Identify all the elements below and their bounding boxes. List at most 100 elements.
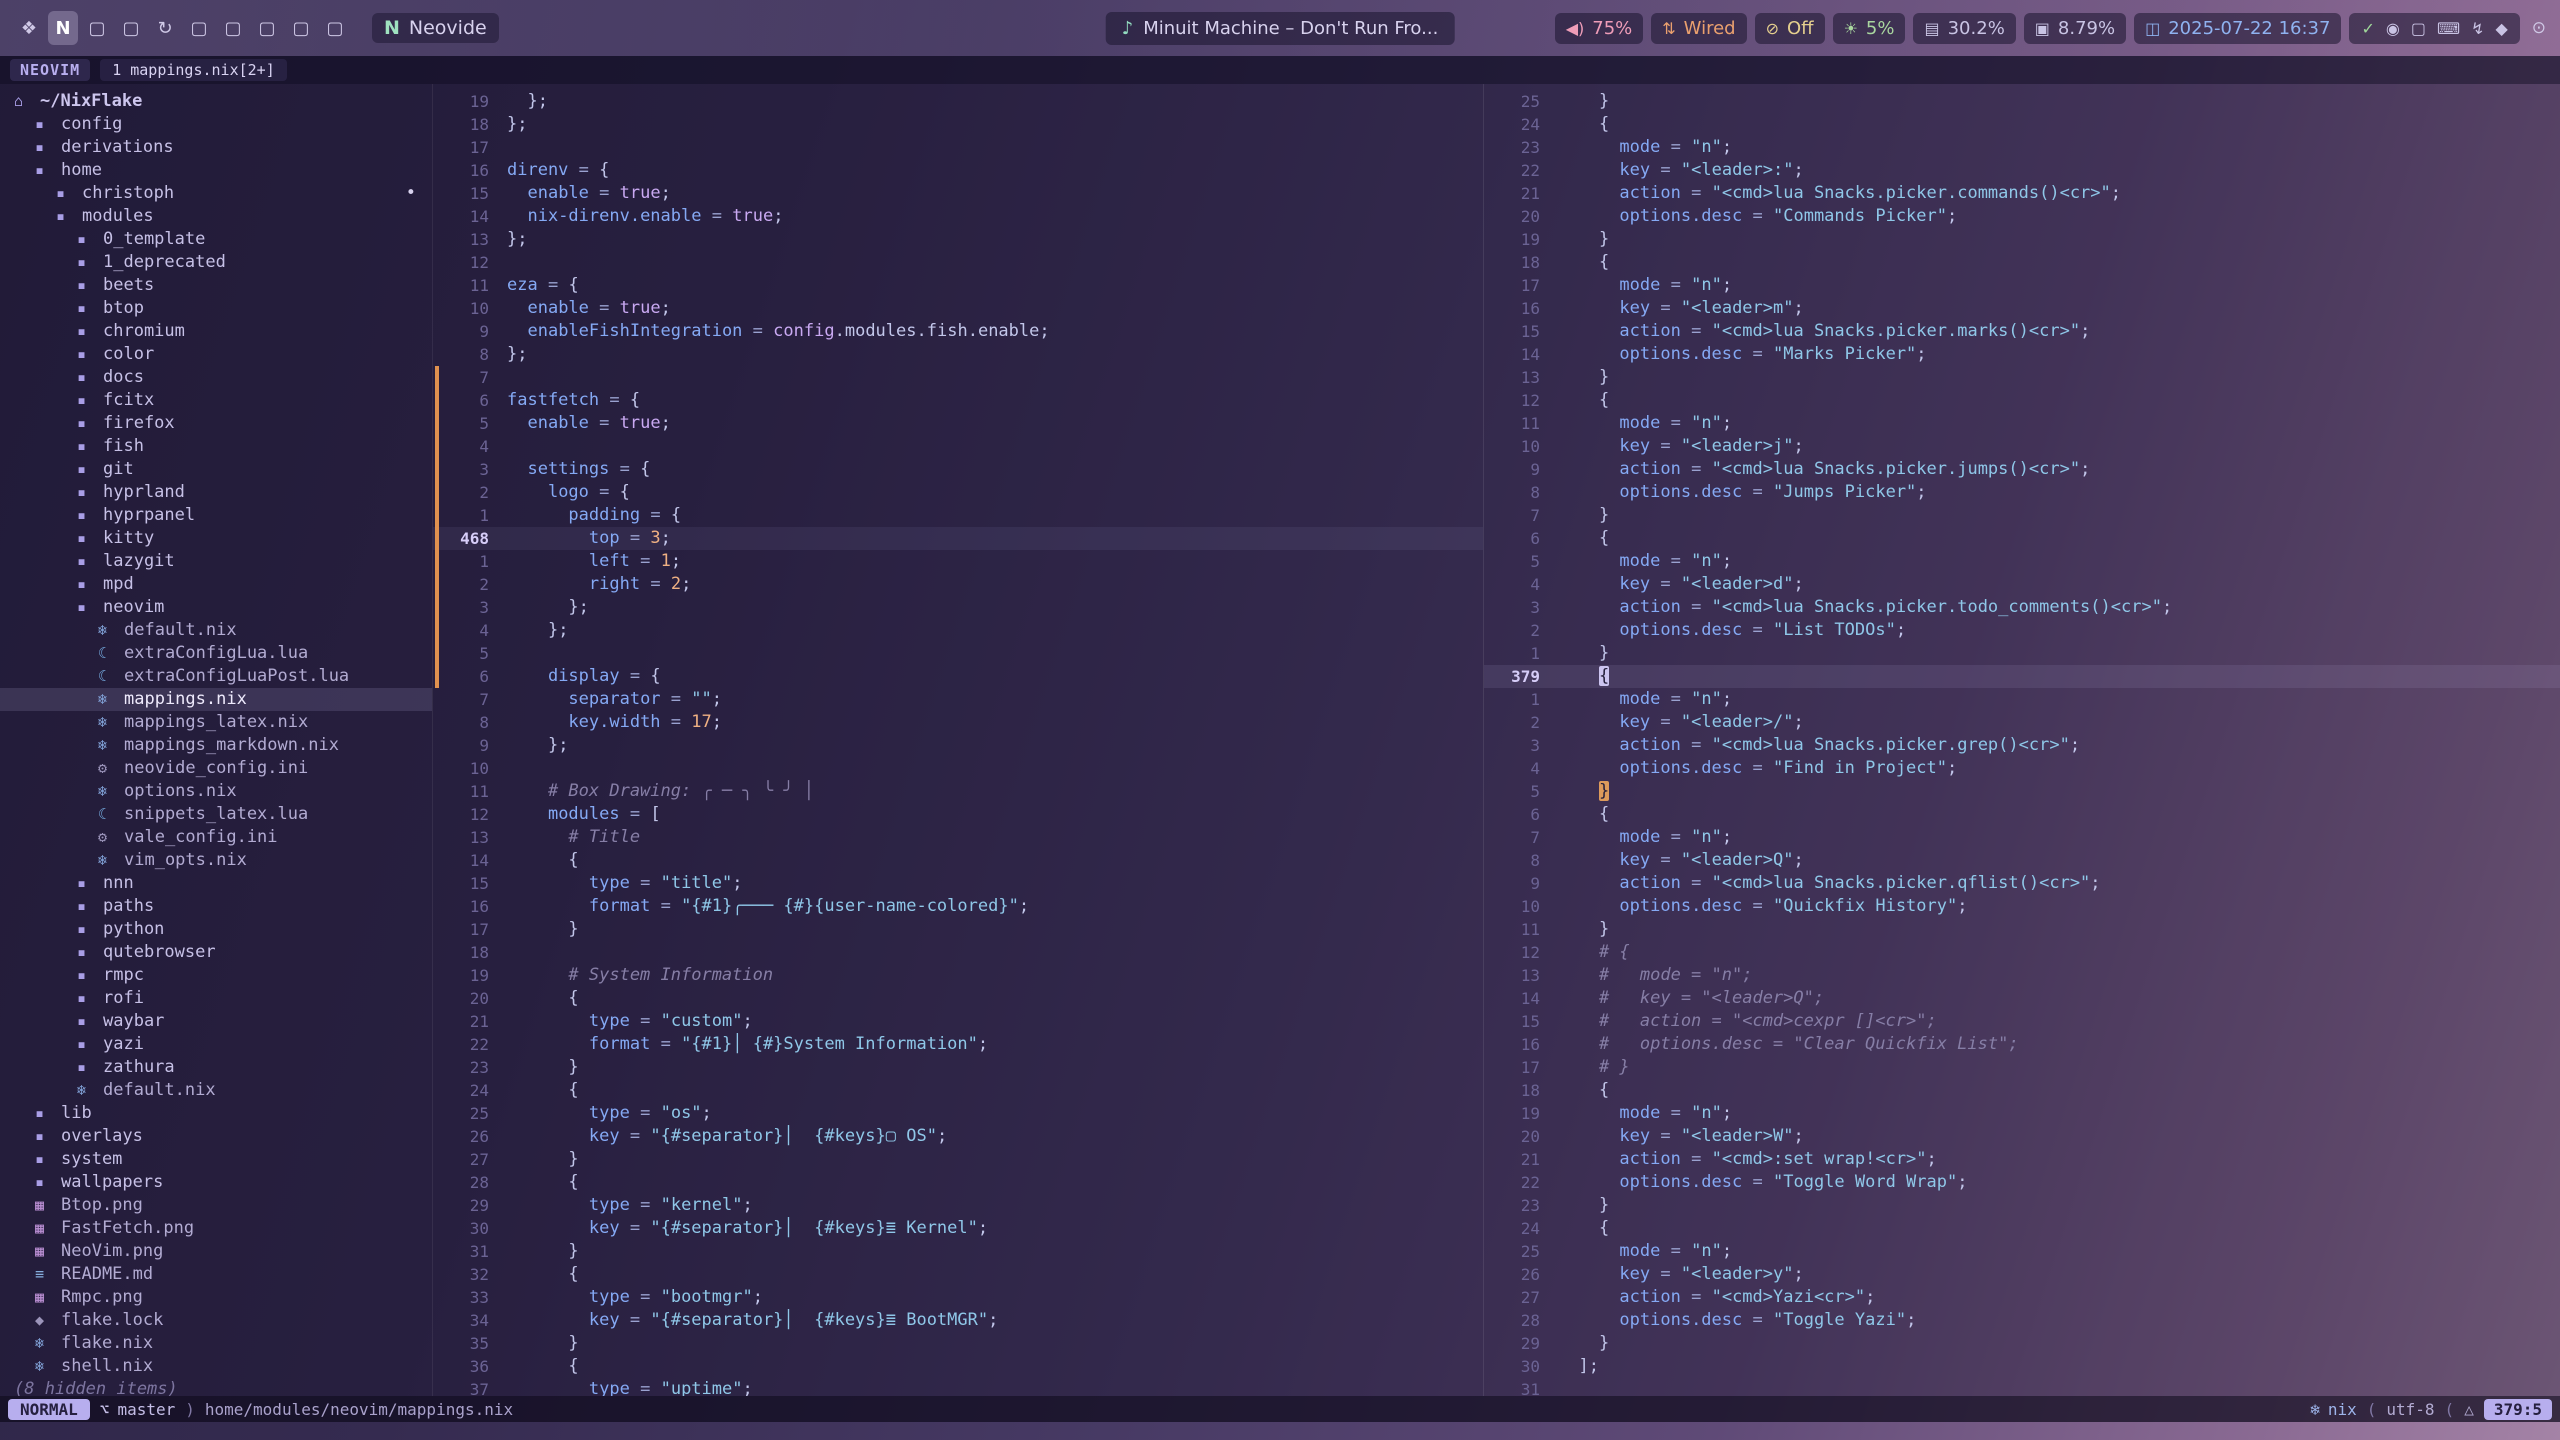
- tree-file-vale_config.ini[interactable]: ⚙vale_config.ini: [0, 826, 432, 849]
- tree-file-FastFetch.png[interactable]: ▦FastFetch.png: [0, 1217, 432, 1240]
- tree-file-shell.nix[interactable]: ❄shell.nix: [0, 1355, 432, 1378]
- workspace-sync[interactable]: ↻: [150, 11, 180, 45]
- code-line[interactable]: 3 };: [433, 596, 1483, 619]
- code-line[interactable]: 4 key = "<leader>d";: [1484, 573, 2560, 596]
- code-line[interactable]: 22 format = "{#1}│ {#}System Information…: [433, 1033, 1483, 1056]
- tree-file-NeoVim.png[interactable]: ▦NeoVim.png: [0, 1240, 432, 1263]
- tree-dir-config[interactable]: ▪config: [0, 113, 432, 136]
- code-line[interactable]: 25 type = "os";: [433, 1102, 1483, 1125]
- code-line[interactable]: 11 # Box Drawing: ╭ ─ ╮ ╰ ╯ │: [433, 780, 1483, 803]
- code-line[interactable]: 7: [433, 366, 1483, 389]
- tree-dir-fcitx[interactable]: ▪fcitx: [0, 389, 432, 412]
- code-line[interactable]: 21 action = "<cmd>:set wrap!<cr>";: [1484, 1148, 2560, 1171]
- tree-dir-derivations[interactable]: ▪derivations: [0, 136, 432, 159]
- workspace-8[interactable]: ▢: [252, 11, 282, 45]
- code-line[interactable]: 3 action = "<cmd>lua Snacks.picker.grep(…: [1484, 734, 2560, 757]
- workspace-3[interactable]: ▢: [82, 11, 112, 45]
- code-line[interactable]: 2 right = 2;: [433, 573, 1483, 596]
- code-line[interactable]: 2 options.desc = "List TODOs";: [1484, 619, 2560, 642]
- tree-dir-nnn[interactable]: ▪nnn: [0, 872, 432, 895]
- power-icon[interactable]: ↯: [2471, 19, 2484, 38]
- code-line[interactable]: 9 action = "<cmd>lua Snacks.picker.jumps…: [1484, 458, 2560, 481]
- code-line[interactable]: 14 nix-direnv.enable = true;: [433, 205, 1483, 228]
- code-line[interactable]: 31 }: [433, 1240, 1483, 1263]
- workspace-10[interactable]: ▢: [320, 11, 350, 45]
- code-line[interactable]: 11 mode = "n";: [1484, 412, 2560, 435]
- tree-dir-hyprland[interactable]: ▪hyprland: [0, 481, 432, 504]
- code-line[interactable]: 29 }: [1484, 1332, 2560, 1355]
- code-line[interactable]: 23 }: [433, 1056, 1483, 1079]
- code-line[interactable]: 5 enable = true;: [433, 412, 1483, 435]
- code-line[interactable]: 11eza = {: [433, 274, 1483, 297]
- code-line[interactable]: 17 mode = "n";: [1484, 274, 2560, 297]
- code-line[interactable]: 19 };: [433, 90, 1483, 113]
- code-line[interactable]: 20 {: [433, 987, 1483, 1010]
- app-indicator[interactable]: N Neovide: [372, 13, 499, 43]
- code-line[interactable]: 13 # mode = "n";: [1484, 964, 2560, 987]
- code-line[interactable]: 27 action = "<cmd>Yazi<cr>";: [1484, 1286, 2560, 1309]
- code-line[interactable]: 3 action = "<cmd>lua Snacks.picker.todo_…: [1484, 596, 2560, 619]
- check-icon[interactable]: ✓: [2361, 19, 2374, 38]
- display-icon[interactable]: ▢: [2411, 19, 2426, 38]
- tree-dir-rmpc[interactable]: ▪rmpc: [0, 964, 432, 987]
- code-line[interactable]: 27 }: [433, 1148, 1483, 1171]
- network-module[interactable]: ⇅Wired: [1651, 13, 1746, 44]
- code-line[interactable]: 9 };: [433, 734, 1483, 757]
- code-line[interactable]: 10 enable = true;: [433, 297, 1483, 320]
- code-line[interactable]: 9 action = "<cmd>lua Snacks.picker.qflis…: [1484, 872, 2560, 895]
- tree-dir-git[interactable]: ▪git: [0, 458, 432, 481]
- code-line[interactable]: 21 type = "custom";: [433, 1010, 1483, 1033]
- tree-file-vim_opts.nix[interactable]: ❄vim_opts.nix: [0, 849, 432, 872]
- memory-module[interactable]: ▤30.2%: [1913, 13, 2015, 44]
- code-line[interactable]: 1 mode = "n";: [1484, 688, 2560, 711]
- workspace-9[interactable]: ▢: [286, 11, 316, 45]
- code-line[interactable]: 26 key = "{#separator}│ {#keys}▢ OS";: [433, 1125, 1483, 1148]
- code-line[interactable]: 18 {: [1484, 1079, 2560, 1102]
- code-line[interactable]: 30 key = "{#separator}│ {#keys}≣ Kernel"…: [433, 1217, 1483, 1240]
- tree-file-default.nix[interactable]: ❄default.nix: [0, 619, 432, 642]
- code-line[interactable]: 20 options.desc = "Commands Picker";: [1484, 205, 2560, 228]
- tree-dir-home[interactable]: ▪home: [0, 159, 432, 182]
- code-line[interactable]: 12: [433, 251, 1483, 274]
- code-line[interactable]: 36 {: [433, 1355, 1483, 1378]
- tree-dir-lazygit[interactable]: ▪lazygit: [0, 550, 432, 573]
- code-line[interactable]: 26 key = "<leader>y";: [1484, 1263, 2560, 1286]
- tree-dir-1_deprecated[interactable]: ▪1_deprecated: [0, 251, 432, 274]
- tree-file-README.md[interactable]: ≡README.md: [0, 1263, 432, 1286]
- tree-file-neovide_config.ini[interactable]: ⚙neovide_config.ini: [0, 757, 432, 780]
- tree-dir-~/NixFlake[interactable]: ⌂~/NixFlake: [0, 90, 432, 113]
- code-line[interactable]: 5 }: [1484, 780, 2560, 803]
- code-line[interactable]: 14 # key = "<leader>Q";: [1484, 987, 2560, 1010]
- tree-dir-paths[interactable]: ▪paths: [0, 895, 432, 918]
- code-line[interactable]: 8 key = "<leader>Q";: [1484, 849, 2560, 872]
- code-line[interactable]: 7 separator = "";: [433, 688, 1483, 711]
- tree-file-flake.nix[interactable]: ❄flake.nix: [0, 1332, 432, 1355]
- tree-dir-waybar[interactable]: ▪waybar: [0, 1010, 432, 1033]
- workspace-neovide[interactable]: N: [48, 11, 78, 45]
- tree-dir-wallpapers[interactable]: ▪wallpapers: [0, 1171, 432, 1194]
- code-line[interactable]: 4 };: [433, 619, 1483, 642]
- tree-file-options.nix[interactable]: ❄options.nix: [0, 780, 432, 803]
- code-line[interactable]: 18: [433, 941, 1483, 964]
- code-line[interactable]: 2 key = "<leader>/";: [1484, 711, 2560, 734]
- code-line[interactable]: 8 options.desc = "Jumps Picker";: [1484, 481, 2560, 504]
- code-line[interactable]: 13 # Title: [433, 826, 1483, 849]
- code-line[interactable]: 32 {: [433, 1263, 1483, 1286]
- code-line[interactable]: 23 mode = "n";: [1484, 136, 2560, 159]
- code-line[interactable]: 11 }: [1484, 918, 2560, 941]
- tree-dir-mpd[interactable]: ▪mpd: [0, 573, 432, 596]
- workspace-7[interactable]: ▢: [218, 11, 248, 45]
- code-line[interactable]: 8};: [433, 343, 1483, 366]
- notification-bell-icon[interactable]: ⊙: [2532, 18, 2546, 38]
- code-line[interactable]: 20 key = "<leader>W";: [1484, 1125, 2560, 1148]
- tree-file-snippets_latex.lua[interactable]: ☾snippets_latex.lua: [0, 803, 432, 826]
- tree-dir-system[interactable]: ▪system: [0, 1148, 432, 1171]
- tree-file-Rmpc.png[interactable]: ▦Rmpc.png: [0, 1286, 432, 1309]
- code-line[interactable]: 15 enable = true;: [433, 182, 1483, 205]
- code-line[interactable]: 28 {: [433, 1171, 1483, 1194]
- code-line[interactable]: 12 modules = [: [433, 803, 1483, 826]
- code-line[interactable]: 6fastfetch = {: [433, 389, 1483, 412]
- code-line[interactable]: 16 key = "<leader>m";: [1484, 297, 2560, 320]
- code-line[interactable]: 17 }: [433, 918, 1483, 941]
- code-line[interactable]: 22 key = "<leader>:";: [1484, 159, 2560, 182]
